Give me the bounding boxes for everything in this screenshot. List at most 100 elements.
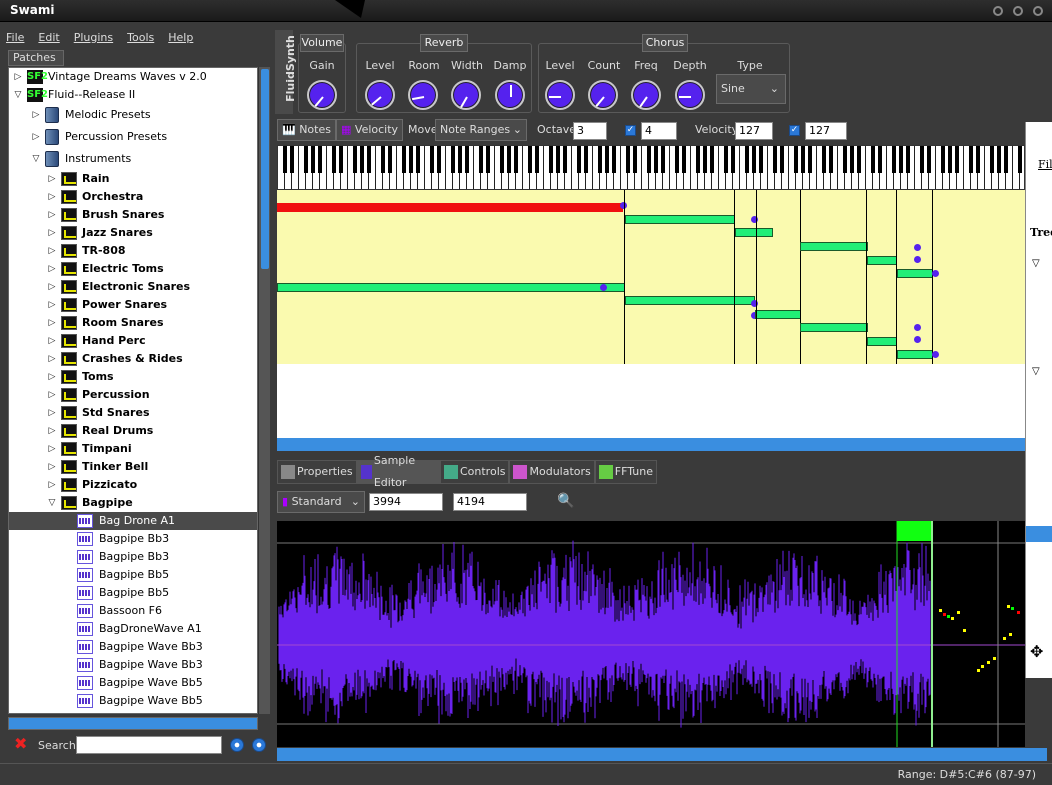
tree-item-instrument[interactable]: Pizzicato: [82, 478, 137, 491]
black-key[interactable]: [724, 146, 728, 173]
black-key[interactable]: [759, 146, 763, 173]
tree-item-sample[interactable]: Bagpipe Wave Bb3: [99, 640, 203, 653]
octave-checkbox[interactable]: ✓: [625, 125, 636, 136]
black-key[interactable]: [360, 146, 364, 173]
black-key[interactable]: [794, 146, 798, 173]
tree-row-instrument[interactable]: ▷ Std Snares: [47, 404, 150, 422]
scrollbar-thumb[interactable]: [261, 69, 269, 269]
black-key[interactable]: [745, 146, 749, 173]
octave-high-spinner[interactable]: 4: [641, 122, 677, 140]
tree-row-instrument[interactable]: ▷ Power Snares: [47, 296, 167, 314]
black-key[interactable]: [584, 146, 588, 173]
gain-knob[interactable]: [307, 80, 337, 110]
black-key[interactable]: [675, 146, 679, 173]
expand-icon[interactable]: ▷: [47, 404, 57, 422]
tree-item-melodic[interactable]: Melodic Presets: [65, 108, 151, 121]
tree-item-sample[interactable]: Bag Drone A1: [99, 514, 175, 527]
tree-row-instrument[interactable]: ▷ TR-808: [47, 242, 126, 260]
black-key[interactable]: [892, 146, 896, 173]
tree-item-instrument[interactable]: TR-808: [82, 244, 126, 257]
expand-icon[interactable]: ▷: [47, 332, 57, 350]
velocity-handle[interactable]: [914, 256, 921, 263]
tree-row-sample[interactable]: Bagpipe Wave Bb3: [77, 638, 203, 656]
tab-fftune[interactable]: FFTune: [594, 460, 657, 484]
tree-row-instrument[interactable]: ▷ Percussion: [47, 386, 150, 404]
black-key[interactable]: [388, 146, 392, 173]
black-key[interactable]: [997, 146, 1001, 173]
tree-item-sample[interactable]: Bagpipe Bb5: [99, 568, 169, 581]
velocity-handle[interactable]: [932, 351, 939, 358]
tab-modulators[interactable]: Modulators: [509, 460, 595, 484]
tree-item-instrument[interactable]: Rain: [82, 172, 110, 185]
tree-item-instrument[interactable]: Percussion: [82, 388, 150, 401]
tree-row-instrument[interactable]: ▷ Crashes & Rides: [47, 350, 183, 368]
expand-icon[interactable]: ▷: [47, 440, 57, 458]
range-bar[interactable]: [625, 296, 755, 305]
velocity-handle[interactable]: [932, 270, 939, 277]
black-key[interactable]: [941, 146, 945, 173]
octave-spinner[interactable]: 3: [573, 122, 607, 140]
tree-row-sample[interactable]: Bassoon F6: [77, 602, 162, 620]
tree-item-instrument[interactable]: Electric Toms: [82, 262, 164, 275]
expand-icon[interactable]: ▷: [47, 260, 57, 278]
range-bar[interactable]: [277, 283, 625, 292]
tree-item-sample[interactable]: Bagpipe Bb5: [99, 586, 169, 599]
tree-row-instrument[interactable]: ▷ Tinker Bell: [47, 458, 148, 476]
notes-button[interactable]: 🎹 Notes: [277, 119, 336, 141]
black-key[interactable]: [990, 146, 994, 173]
tree-item-instrument[interactable]: Tinker Bell: [82, 460, 148, 473]
tree-row-sample[interactable]: Bagpipe Wave Bb3: [77, 656, 203, 674]
piano-keyboard[interactable]: [277, 145, 1025, 190]
black-key[interactable]: [969, 146, 973, 173]
tree-item-instrument[interactable]: Orchestra: [82, 190, 143, 203]
black-key[interactable]: [1018, 146, 1022, 173]
black-key[interactable]: [661, 146, 665, 173]
range-divider[interactable]: [734, 190, 735, 364]
black-key[interactable]: [283, 146, 287, 173]
minimize-button[interactable]: [993, 6, 1003, 16]
tree-item-sample[interactable]: Bagpipe Wave Bb5: [99, 694, 203, 707]
tab-properties[interactable]: Properties: [277, 460, 357, 484]
black-key[interactable]: [339, 146, 343, 173]
tree-row-sample[interactable]: Bag Drone A1: [9, 512, 257, 530]
chorus-type-select[interactable]: Sine ⌄: [716, 74, 786, 104]
secondary-menu-file[interactable]: Fil: [1038, 158, 1052, 171]
tree-item-instrument[interactable]: Hand Perc: [82, 334, 146, 347]
black-key[interactable]: [465, 146, 469, 173]
tree-horizontal-scrollbar[interactable]: [8, 717, 258, 730]
velocity-handle[interactable]: [600, 284, 607, 291]
menu-file[interactable]: File: [6, 31, 24, 47]
expand-icon[interactable]: ▽: [1032, 258, 1040, 269]
black-key[interactable]: [829, 146, 833, 173]
black-key[interactable]: [682, 146, 686, 173]
tree-item-instruments[interactable]: Instruments: [65, 152, 131, 165]
secondary-selection-row[interactable]: [1026, 526, 1052, 542]
expand-icon[interactable]: ▷: [31, 106, 41, 124]
velocity-high-spinner[interactable]: 127: [805, 122, 847, 140]
black-key[interactable]: [402, 146, 406, 173]
black-key[interactable]: [535, 146, 539, 173]
sample-start-spinner[interactable]: 3994: [369, 493, 443, 511]
tree-row-instrument[interactable]: ▷ Real Drums: [47, 422, 153, 440]
black-key[interactable]: [332, 146, 336, 173]
black-key[interactable]: [871, 146, 875, 173]
menu-edit[interactable]: Edit: [38, 31, 59, 47]
tab-sample-editor[interactable]: Sample Editor: [356, 454, 440, 489]
tree-row-sample[interactable]: Bagpipe Bb5: [77, 566, 169, 584]
black-key[interactable]: [878, 146, 882, 173]
black-key[interactable]: [598, 146, 602, 173]
tree-row-instrument[interactable]: ▷ Timpani: [47, 440, 132, 458]
black-key[interactable]: [409, 146, 413, 173]
waveform-horizontal-scrollbar[interactable]: [277, 748, 1047, 761]
range-bar[interactable]: [800, 242, 868, 251]
tree-item-instrument[interactable]: Toms: [82, 370, 114, 383]
tree-item-sample[interactable]: Bagpipe Bb3: [99, 532, 169, 545]
range-bar[interactable]: [800, 323, 868, 332]
black-key[interactable]: [318, 146, 322, 173]
chorus-freq-knob[interactable]: [631, 80, 661, 110]
tree-item-instrument[interactable]: Bagpipe: [82, 496, 133, 509]
black-key[interactable]: [451, 146, 455, 173]
expand-icon[interactable]: ▷: [31, 128, 41, 146]
tree-item-sample[interactable]: BagDroneWave A1: [99, 622, 202, 635]
velocity-handle[interactable]: [914, 336, 921, 343]
